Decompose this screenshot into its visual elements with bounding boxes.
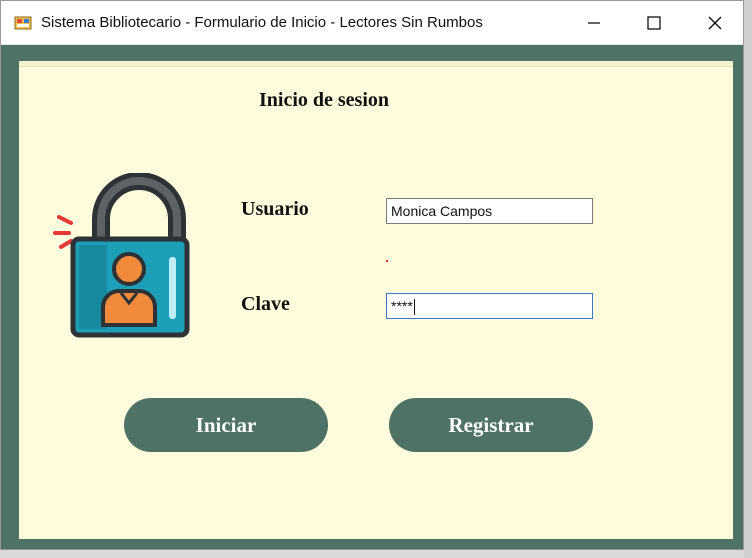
password-value: ****: [391, 298, 413, 314]
window-title: Sistema Bibliotecario - Formulario de In…: [41, 14, 483, 31]
close-button[interactable]: [685, 1, 745, 45]
maximize-button[interactable]: [624, 1, 684, 45]
page-title: Inicio de sesion: [259, 89, 390, 111]
padlock-user-icon: [53, 173, 190, 338]
validation-marker: [386, 260, 388, 262]
user-label: Usuario: [241, 198, 309, 220]
app-icon: [14, 16, 32, 30]
text-caret: [413, 299, 415, 316]
register-button[interactable]: Registrar: [389, 398, 593, 452]
background-right-edge: [744, 0, 752, 558]
password-input[interactable]: ****: [386, 293, 593, 319]
minimize-icon: [588, 22, 600, 24]
minimize-button[interactable]: [564, 1, 624, 45]
user-input[interactable]: Monica Campos: [386, 198, 593, 224]
client-top-border: [19, 61, 733, 67]
title-bar[interactable]: Sistema Bibliotecario - Formulario de In…: [1, 1, 743, 45]
close-icon: [708, 16, 722, 30]
form-client-area: Inicio de sesion Usuario Monica Campos C…: [19, 61, 733, 539]
login-button[interactable]: Iniciar: [124, 398, 328, 452]
login-window: Sistema Bibliotecario - Formulario de In…: [0, 0, 744, 550]
password-label: Clave: [241, 293, 290, 315]
maximize-icon: [647, 16, 661, 30]
